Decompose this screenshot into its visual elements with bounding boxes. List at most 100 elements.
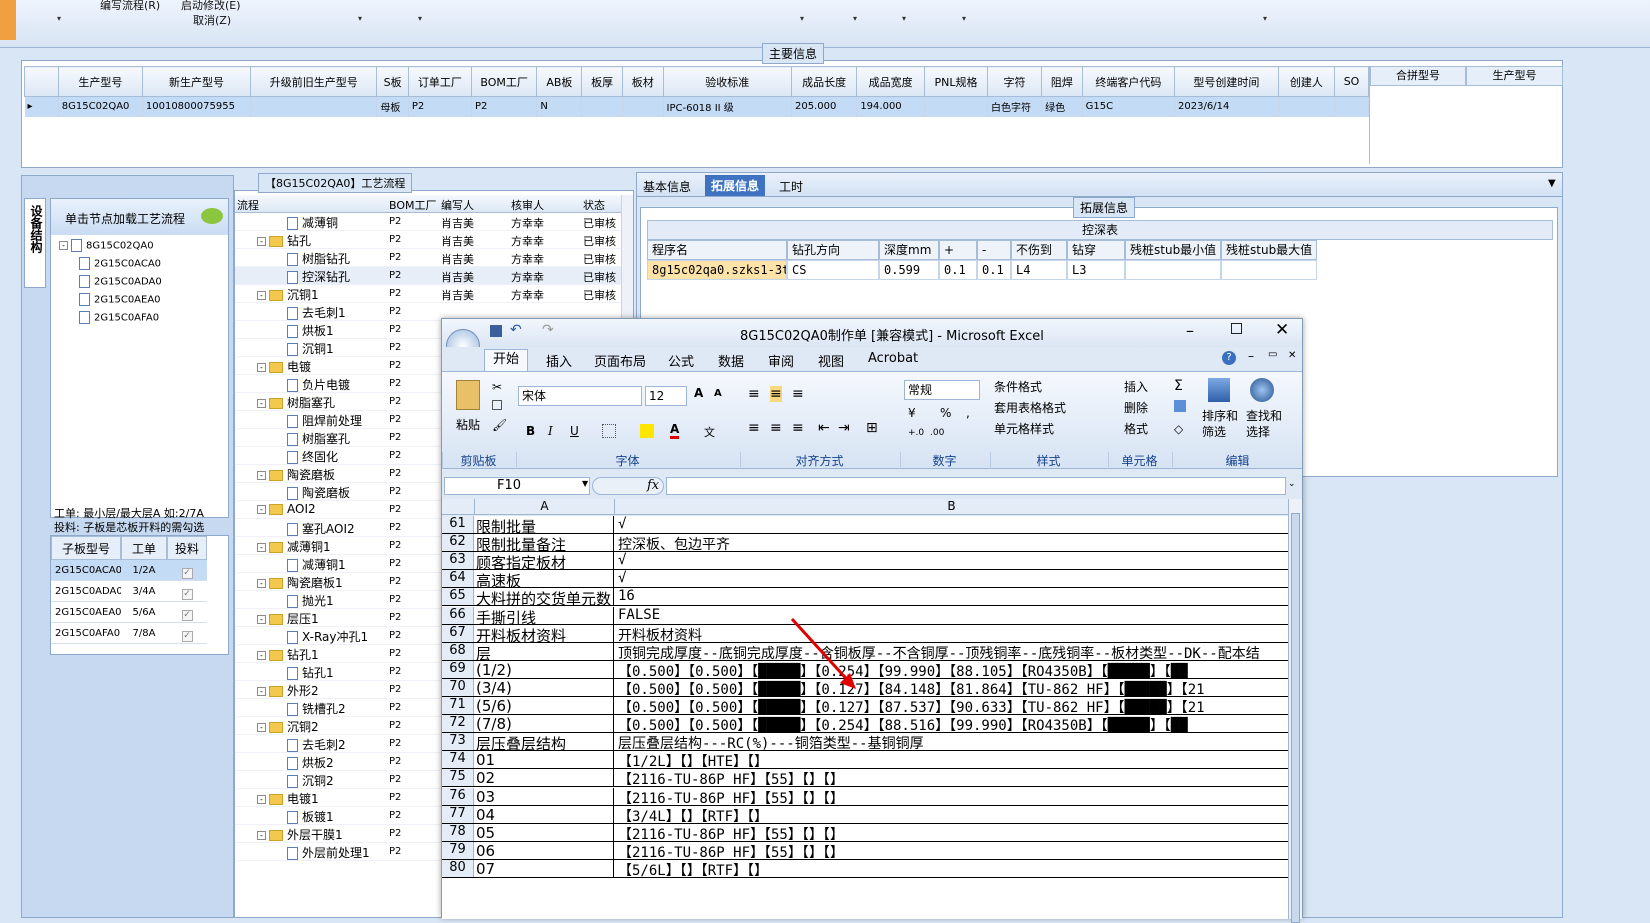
row-number[interactable]: 70 [442, 678, 474, 696]
row-number[interactable]: 68 [442, 642, 474, 660]
table-cell[interactable]: 母板 [376, 96, 409, 117]
shrink-font-icon[interactable]: A [714, 388, 722, 399]
cell-b[interactable]: 【3/4L】【】【RTF】【】 [615, 806, 1288, 823]
conditional-format-button[interactable]: 条件格式 [994, 378, 1042, 395]
column-header[interactable]: 升级前旧生产型号 [250, 66, 378, 97]
row-number[interactable]: 64 [442, 570, 474, 588]
font-size-select[interactable]: 12 [645, 386, 687, 406]
flow-step[interactable]: - 树脂塞孔 [257, 394, 335, 411]
checkbox-icon[interactable]: ✓ [181, 589, 193, 600]
cell-a[interactable]: (3/4) [474, 678, 614, 696]
checkbox-icon[interactable]: ✓ [181, 631, 193, 642]
column-header[interactable]: 生产型号 [57, 66, 143, 97]
cell-a[interactable]: (1/2) [474, 660, 614, 678]
flow-step[interactable]: 终固化 [287, 448, 338, 465]
column-header[interactable]: 板材 [621, 66, 664, 97]
column-header[interactable]: 型号创建时间 [1174, 66, 1279, 97]
column-header[interactable]: 终端客户代码 [1081, 66, 1176, 97]
flow-step[interactable]: 塞孔AOI2 [287, 520, 355, 537]
cell-a[interactable]: 03 [474, 787, 614, 805]
flow-step[interactable]: - 钻孔 [257, 232, 311, 249]
collapse-icon[interactable]: - [257, 687, 266, 696]
cell-a[interactable]: 06 [474, 841, 614, 859]
column-header[interactable]: 编写人 [441, 197, 509, 213]
outdent-icon[interactable]: ⇥ [838, 420, 850, 436]
flow-step[interactable]: 陶瓷磨板 [287, 484, 350, 501]
table-cell[interactable]: 0.599 [879, 260, 939, 280]
device-structure-tab[interactable]: 设备结构 [24, 198, 46, 288]
chevron-down-icon[interactable]: ▼ [1548, 178, 1556, 189]
tree-item[interactable]: 2G15C0ACA0 [79, 257, 161, 270]
checkbox-icon[interactable]: ✓ [181, 568, 193, 579]
row-number[interactable]: 74 [442, 751, 474, 769]
cell-a[interactable]: (7/8) [474, 715, 614, 733]
checkbox-icon[interactable]: ✓ [181, 610, 193, 621]
dropdown-arrow-icon[interactable]: ▾ [853, 14, 857, 23]
sub-board-order[interactable]: 5/6A [121, 602, 167, 623]
collapse-icon[interactable]: - [257, 471, 266, 480]
sub-board-model[interactable]: 2G15C0ADA0 [51, 581, 121, 602]
column-header[interactable]: 核审人 [511, 197, 579, 213]
table-cell[interactable]: 0.1 [977, 260, 1011, 280]
table-cell[interactable]: 8g15c02qa0.szks1-3t [647, 260, 787, 280]
flow-step[interactable]: 板镀1 [287, 808, 334, 825]
collapse-icon[interactable]: - [257, 363, 266, 372]
collapse-icon[interactable]: - [257, 831, 266, 840]
collapse-icon[interactable]: - [257, 505, 266, 514]
flow-step[interactable]: 减薄铜1 [287, 556, 346, 573]
cell-a[interactable]: 04 [474, 805, 614, 823]
collapse-icon[interactable]: - [257, 579, 266, 588]
tab-basic-info[interactable]: 基本信息 [643, 178, 691, 195]
undo-icon[interactable]: ↶ [510, 322, 522, 338]
close-workbook-icon[interactable]: ✕ [1288, 350, 1296, 361]
currency-icon[interactable]: ¥ [908, 406, 916, 420]
tab-extended-info[interactable]: 拓展信息 [705, 175, 766, 196]
underline-icon[interactable]: U [570, 424, 579, 438]
column-header[interactable]: AB板 [536, 66, 583, 97]
dropdown-arrow-icon[interactable]: ▾ [902, 14, 906, 23]
flow-row[interactable]: 控深钻孔 P2 肖吉美 方幸幸 已审核 [235, 267, 621, 285]
flow-step[interactable]: - 层压1 [257, 610, 319, 627]
flow-step[interactable]: 树脂钻孔 [287, 250, 350, 267]
cell-b[interactable]: 【2116-TU-86P HF】【55】【】【】 [615, 842, 1288, 859]
sub-board-order[interactable]: 7/8A [121, 623, 167, 644]
paste-icon[interactable] [456, 380, 480, 410]
column-header[interactable]: 字符 [987, 66, 1043, 97]
column-header[interactable]: 阻焊 [1041, 66, 1083, 97]
font-color-icon[interactable]: A [670, 422, 680, 439]
save-icon[interactable] [490, 325, 502, 337]
column-header[interactable]: BOM工厂 [389, 197, 439, 213]
row-number[interactable]: 78 [442, 823, 474, 841]
flow-step[interactable]: 负片电镀 [287, 376, 350, 393]
collapse-icon[interactable]: - [257, 291, 266, 300]
flow-step[interactable]: - 电镀 [257, 358, 311, 375]
table-cell[interactable] [924, 96, 989, 117]
cell-a[interactable]: 层压叠层结构 [474, 733, 614, 751]
dropdown-arrow-icon[interactable]: ▾ [962, 14, 966, 23]
table-cell[interactable]: L4 [1011, 260, 1067, 280]
column-header[interactable]: 残桩stub最大值 [1221, 240, 1317, 260]
row-number[interactable]: 75 [442, 769, 474, 787]
dropdown-arrow-icon[interactable]: ▾ [800, 14, 804, 23]
close-icon[interactable]: ✕ [1275, 320, 1289, 340]
fill-icon[interactable] [1174, 400, 1186, 412]
feed-checkbox[interactable]: ✓ [167, 581, 207, 602]
table-cell[interactable] [1221, 260, 1317, 280]
cell-b[interactable]: 【0.500】【0.500】【█████】【0.127】【84.148】【81.… [615, 679, 1288, 696]
table-cell[interactable]: 194.000 [856, 96, 925, 117]
flow-row[interactable]: 减薄铜 P2 肖吉美 方幸幸 已审核 [235, 213, 621, 231]
table-cell[interactable]: P2 [471, 96, 538, 117]
table-cell[interactable]: CS [787, 260, 879, 280]
column-b-header[interactable]: B [615, 499, 1288, 513]
comma-icon[interactable]: , [966, 406, 970, 420]
flow-step[interactable]: 减薄铜 [287, 214, 338, 231]
flow-step[interactable]: 抛光1 [287, 592, 334, 609]
cell-b[interactable]: FALSE [615, 607, 1288, 624]
feed-checkbox[interactable]: ✓ [167, 602, 207, 623]
ribbon-tab[interactable]: 页面布局 [594, 351, 646, 370]
feed-checkbox[interactable]: ✓ [167, 623, 207, 644]
flow-step[interactable]: - 陶瓷磨板 [257, 466, 335, 483]
column-header[interactable]: 残桩stub最小值 [1125, 240, 1221, 260]
table-format-button[interactable]: 套用表格格式 [994, 399, 1066, 416]
flow-step[interactable]: 阻焊前处理 [287, 412, 362, 429]
